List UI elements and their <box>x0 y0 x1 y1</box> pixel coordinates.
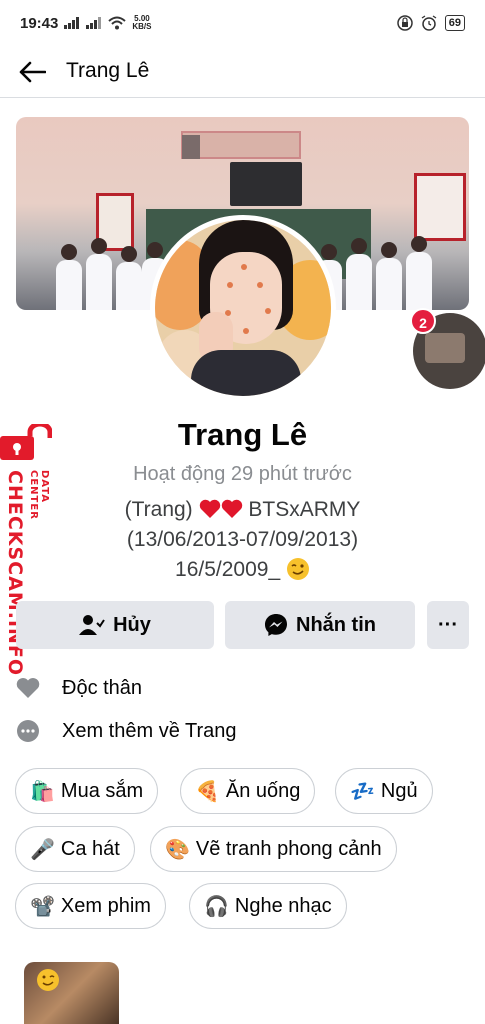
shopping-bags-icon: 🛍️ <box>30 780 55 803</box>
interest-chip-painting[interactable]: 🎨 Vẽ tranh phong cảnh <box>150 826 397 872</box>
arrow-left-icon <box>19 61 46 83</box>
featured-photo-thumbnail[interactable] <box>24 962 119 1024</box>
heart-icon <box>16 678 40 698</box>
cancel-friend-button[interactable]: Hủy <box>16 601 214 649</box>
red-heart-icon <box>221 499 242 518</box>
wall-portrait <box>182 135 200 159</box>
wall-poster <box>414 173 466 241</box>
pizza-icon: 🍕 <box>195 780 220 803</box>
more-options-button[interactable]: ··· <box>427 601 469 649</box>
messenger-icon <box>265 614 287 636</box>
back-button[interactable] <box>14 54 50 90</box>
profile-avatar[interactable] <box>155 220 331 396</box>
wink-face-icon <box>286 558 309 580</box>
interest-chip-singing[interactable]: 🎤 Ca hát <box>15 826 135 872</box>
signal-icon <box>64 17 80 29</box>
active-status: Hoạt động 29 phút trước <box>133 463 352 485</box>
wifi-icon <box>108 16 127 30</box>
bio-line-1: (Trang) BTSxARMY <box>124 498 361 521</box>
avatar-body <box>191 350 301 396</box>
red-heart-icon <box>199 499 220 518</box>
message-button[interactable]: Nhắn tin <box>225 601 415 649</box>
interest-chip-sleep[interactable]: 💤 Ngủ <box>335 768 433 814</box>
film-projector-icon: 📽️ <box>30 895 55 918</box>
signal-icon-2 <box>86 17 102 29</box>
alarm-icon <box>421 15 437 31</box>
bio-line-3: 16/5/2009_ <box>0 555 485 585</box>
interest-chip-movies[interactable]: 📽️ Xem phim <box>15 883 166 929</box>
interest-chip-shopping[interactable]: 🛍️ Mua sắm <box>15 768 159 814</box>
more-icon: ··· <box>438 613 458 636</box>
profile-name: Trang Lê <box>177 417 308 452</box>
page-title: Trang Lê <box>66 59 150 82</box>
palette-icon: 🎨 <box>165 838 190 861</box>
lock-rotation-icon <box>397 15 413 31</box>
interest-chip-music[interactable]: 🎧 Nghe nhạc <box>189 883 347 929</box>
relationship-row: Độc thân <box>16 670 469 706</box>
relationship-status: Độc thân <box>62 676 143 699</box>
television <box>230 162 302 206</box>
top-app-bar: Trang Lê <box>0 46 485 98</box>
interest-chip-eating[interactable]: 🍕 Ăn uống <box>180 768 316 814</box>
message-label: Nhắn tin <box>296 613 376 636</box>
smile-emoji-icon <box>37 969 59 991</box>
more-dots-icon <box>17 720 39 742</box>
clock: 19:43 <box>20 14 59 32</box>
status-bar: 19:43 5.00 KB/S 69 <box>0 0 485 46</box>
profile-bio: (Trang) BTSxARMY (13/06/2013-07/09/2013)… <box>0 495 485 585</box>
bio-line-2: (13/06/2013-07/09/2013) <box>126 528 359 551</box>
story-count-badge: 2 <box>410 308 436 334</box>
microphone-icon: 🎤 <box>30 838 55 861</box>
see-more-row[interactable]: Xem thêm về Trang <box>16 713 469 749</box>
battery-indicator: 69 <box>444 15 465 31</box>
user-check-icon <box>79 615 105 635</box>
cancel-label: Hủy <box>113 613 151 636</box>
headphones-icon: 🎧 <box>204 895 229 918</box>
see-more-link[interactable]: Xem thêm về Trang <box>62 720 237 743</box>
zzz-icon: 💤 <box>350 780 375 803</box>
network-speed: 5.00 KB/S <box>132 14 152 31</box>
